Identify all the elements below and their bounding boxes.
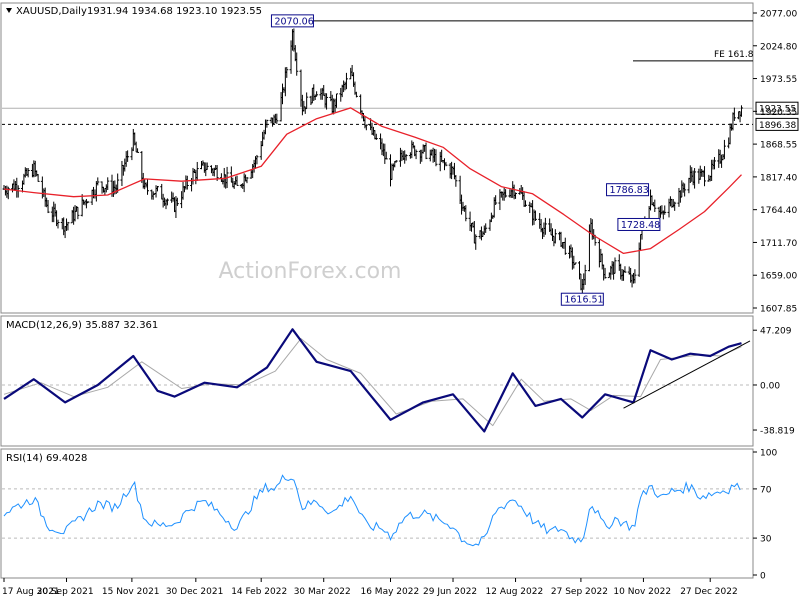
chart-header: XAUUSD,Daily 1931.94 1934.68 1923.10 192…: [6, 6, 262, 17]
price-y-label: 2024.80: [760, 42, 797, 52]
x-tick-label: 30 Sep 2021: [37, 587, 94, 597]
watermark: ActionForex.com: [219, 259, 402, 284]
symbol-label: XAUUSD,Daily: [16, 6, 87, 17]
x-tick-label: 30 Dec 2021: [166, 587, 224, 597]
price-y-label: 1868.55: [760, 141, 797, 151]
chart-svg: ActionForex.com XAUUSD,Daily 1931.94 193…: [0, 0, 800, 600]
level-label: 1896.38: [759, 121, 796, 131]
fe-level-label: FE 161.8: [714, 50, 754, 60]
x-tick-label: 27 Dec 2022: [680, 587, 738, 597]
price-y-label: 1607.85: [760, 305, 797, 315]
annotation-label: 1616.51: [564, 295, 603, 306]
x-tick-label: 14 Feb 2022: [231, 587, 287, 597]
price-y-label: 1973.55: [760, 75, 797, 85]
annotation-label: 1786.83: [610, 185, 649, 196]
x-tick-label: 27 Sep 2022: [551, 587, 608, 597]
price-y-label: 1920.35: [760, 108, 797, 118]
rsi-y-label: 0: [760, 572, 766, 582]
x-tick-label: 16 May 2022: [360, 587, 419, 597]
rsi-y-label: 70: [760, 485, 772, 495]
x-tick-label: 29 Jun 2022: [423, 587, 477, 597]
price-y-label: 2077.00: [760, 10, 797, 20]
chart-window: ActionForex.com XAUUSD,Daily 1931.94 193…: [0, 0, 800, 600]
annotation-label: 1728.48: [621, 220, 660, 231]
x-tick-label: 15 Nov 2021: [102, 587, 160, 597]
price-y-label: 1764.40: [760, 206, 797, 216]
macd-y-label: 0.00: [760, 381, 780, 391]
price-y-label: 1659.00: [760, 272, 797, 282]
x-tick-label: 30 Mar 2022: [294, 587, 351, 597]
rsi-y-label: 100: [760, 449, 777, 459]
macd-y-label: -38.819: [760, 427, 795, 437]
macd-y-label: 47.209: [760, 327, 792, 337]
macd-title: MACD(12,26,9) 35.887 32.361: [6, 320, 158, 331]
x-tick-label: 10 Nov 2022: [613, 587, 671, 597]
annotation-label: 2070.06: [274, 16, 313, 27]
price-y-label: 1817.40: [760, 173, 797, 183]
ohlc-readout: 1931.94 1934.68 1923.10 1923.55: [87, 6, 262, 17]
x-tick-label: 12 Aug 2022: [486, 587, 544, 597]
rsi-title: RSI(14) 69.4028: [6, 453, 87, 464]
rsi-y-label: 30: [760, 535, 772, 545]
price-y-label: 1711.70: [760, 239, 797, 249]
